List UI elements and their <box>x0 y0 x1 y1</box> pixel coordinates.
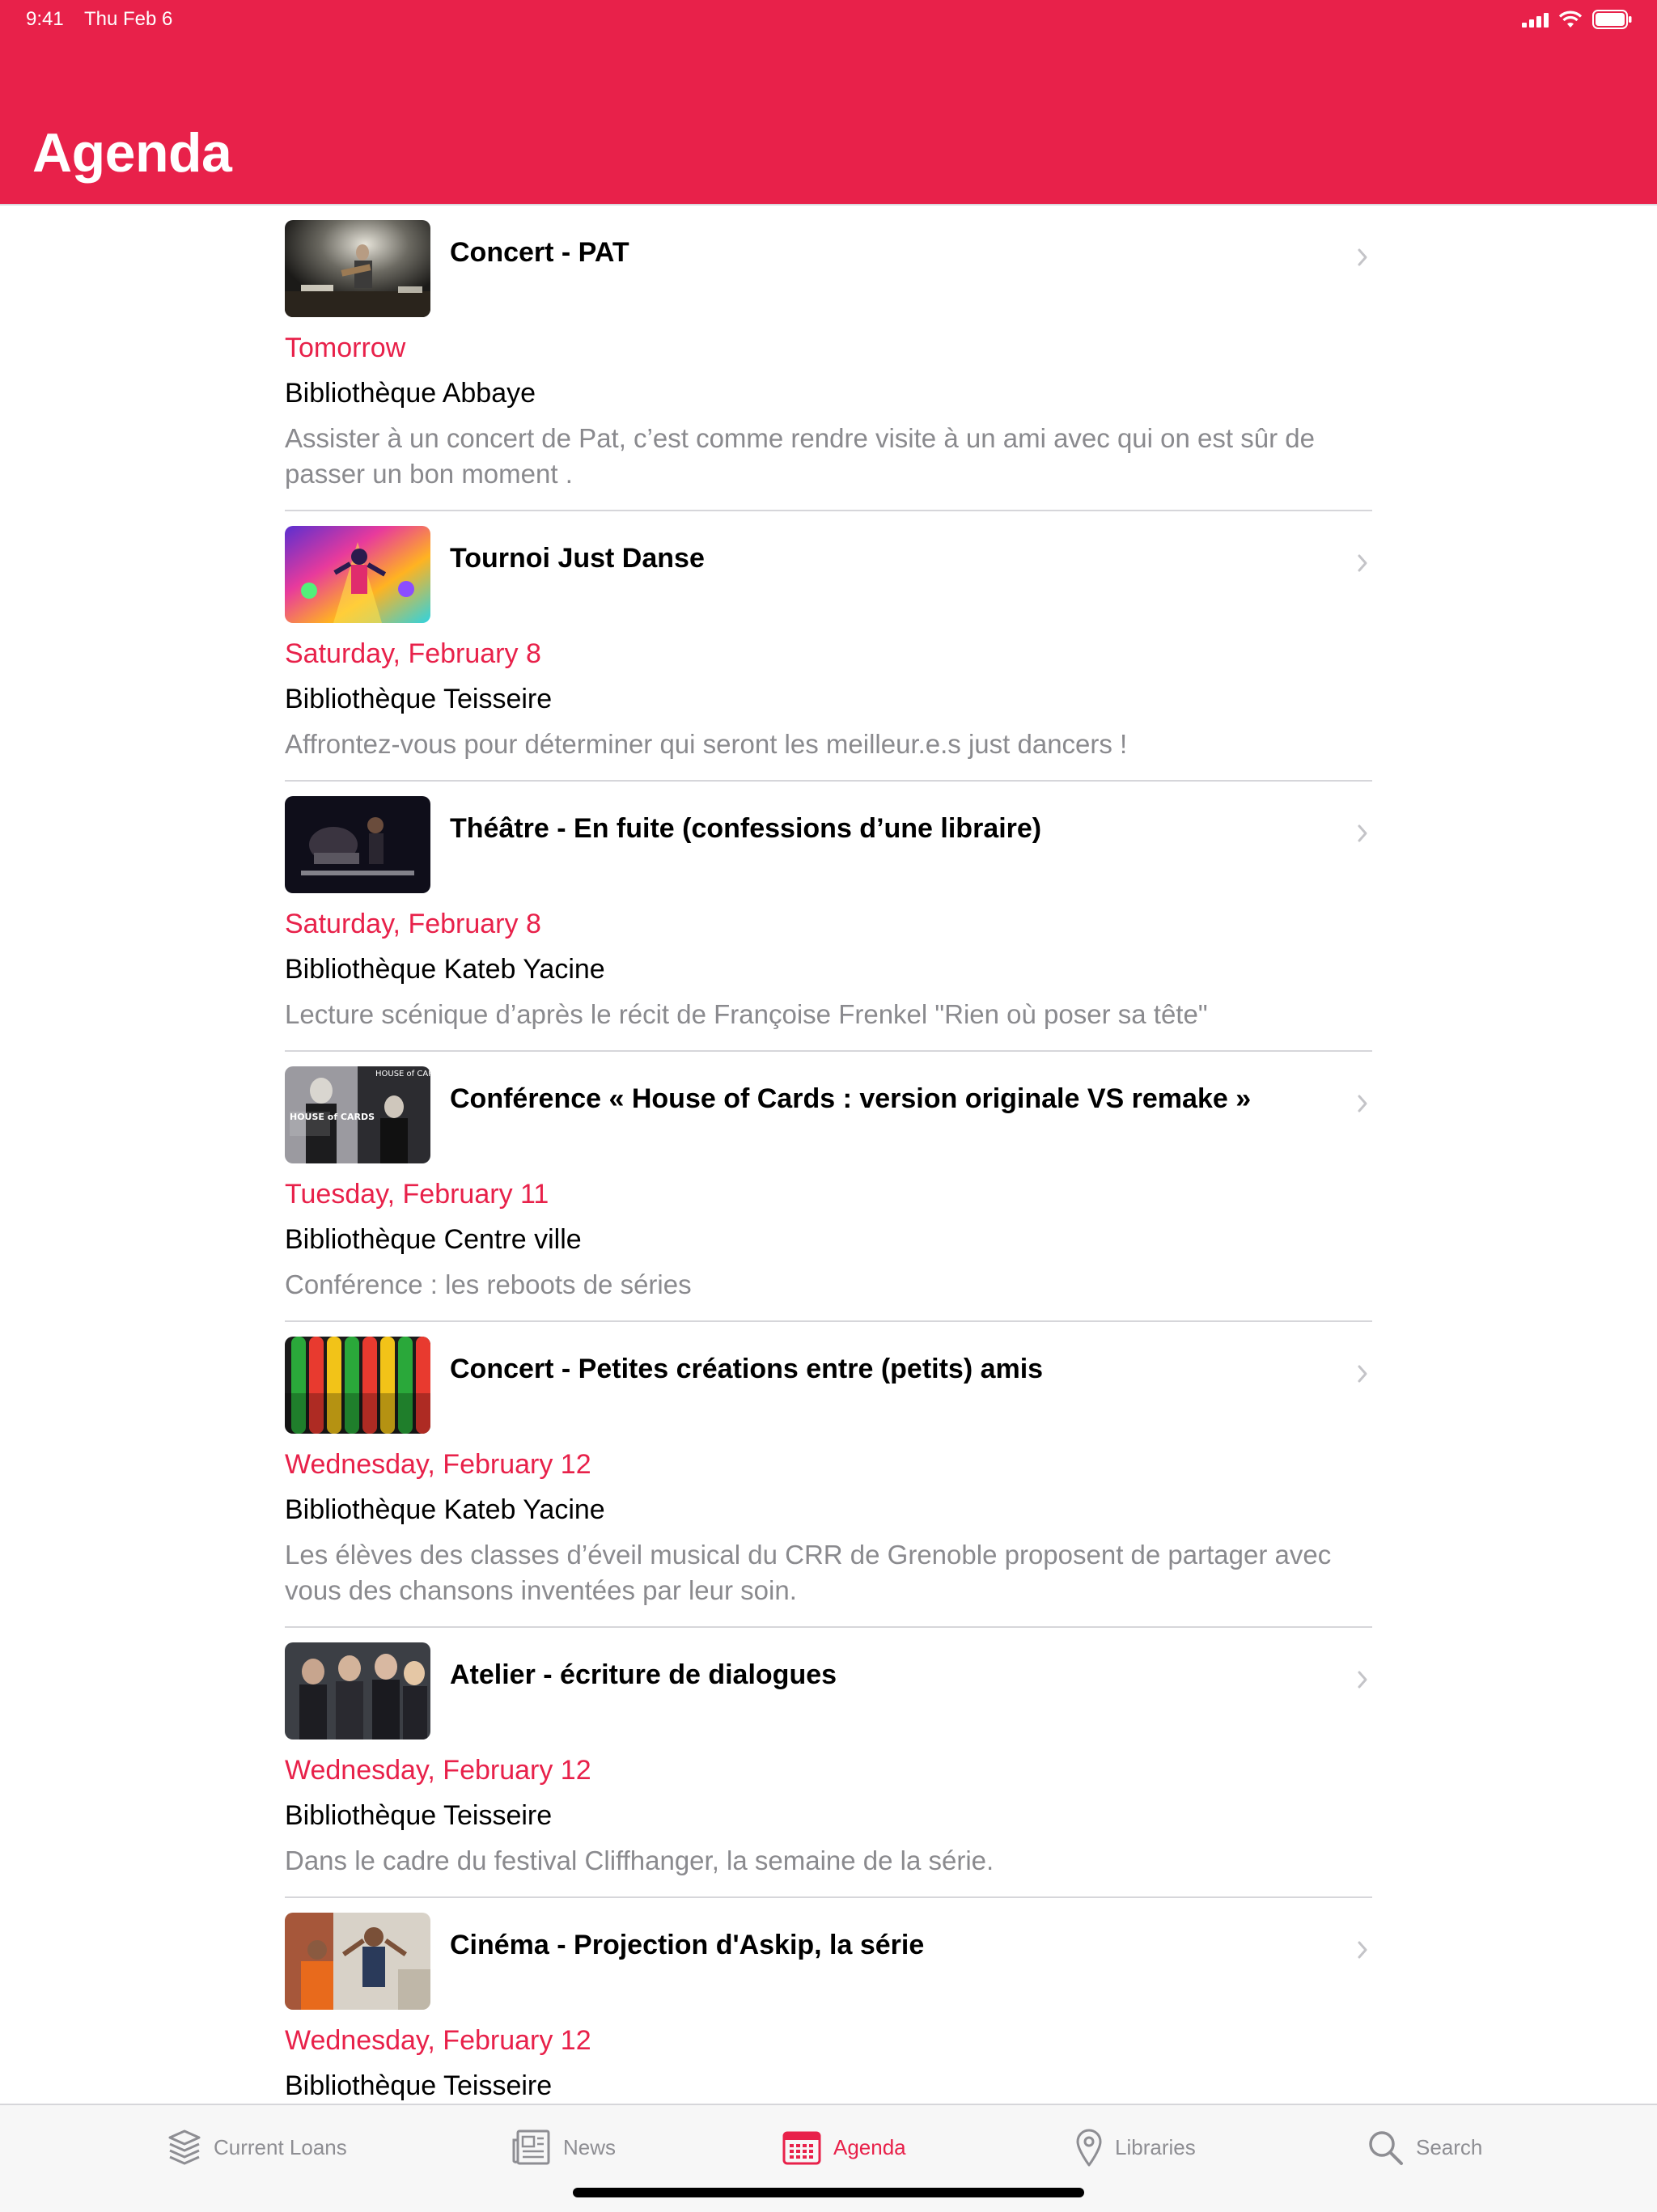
event-row[interactable]: HOUSE of CARDS HOUSE of CARDS Conférence… <box>285 1052 1372 1322</box>
event-thumbnail <box>285 1337 430 1434</box>
tab-label: News <box>563 2134 617 2159</box>
event-date: Tuesday, February 11 <box>285 1179 549 1210</box>
event-description: Dans le cadre du festival Cliffhanger, l… <box>285 1845 994 1875</box>
event-row[interactable]: Concert - Petites créations entre (petit… <box>285 1322 1372 1628</box>
event-row[interactable]: Concert - PAT Tomorrow Bibliothèque Abba… <box>285 206 1372 511</box>
wifi-icon <box>1558 11 1583 28</box>
event-library: Bibliothèque Teisseire <box>285 1800 553 1831</box>
event-list: Concert - PAT Tomorrow Bibliothèque Abba… <box>285 206 1372 2104</box>
event-date: Wednesday, February 12 <box>285 1449 591 1480</box>
tab-label: Current Loans <box>214 2134 347 2159</box>
search-icon <box>1369 2131 1403 2165</box>
event-title: Atelier - écriture de dialogues <box>450 1659 837 1690</box>
event-title: Cinéma - Projection d'Askip, la série <box>450 1930 925 1960</box>
event-description: Lecture scénique d’après le récit de Fra… <box>285 999 1208 1029</box>
tab-search[interactable]: Search <box>1366 2126 1482 2168</box>
event-description: Assister à un concert de Pat, c’est comm… <box>285 423 1315 489</box>
event-thumbnail <box>285 1642 430 1740</box>
event-row[interactable]: Cinéma - Projection d'Askip, la série We… <box>285 1898 1372 2104</box>
event-library: Bibliothèque Centre ville <box>285 1224 582 1255</box>
event-thumbnail: HOUSE of CARDS HOUSE of CARDS <box>285 1066 430 1163</box>
status-time: 9:41 <box>26 8 64 30</box>
event-description: Affrontez-vous pour déterminer qui seron… <box>285 729 1128 759</box>
tab-label: Libraries <box>1115 2134 1196 2159</box>
event-library: Bibliothèque Kateb Yacine <box>285 954 605 985</box>
tab-label: Search <box>1416 2134 1483 2159</box>
chevron-right-icon <box>1358 1671 1367 1689</box>
status-bar: 9:41 Thu Feb 6 <box>0 0 1657 39</box>
event-library: Bibliothèque Teisseire <box>285 2070 553 2101</box>
event-row[interactable]: Atelier - écriture de dialogues Wednesda… <box>285 1628 1372 1898</box>
event-title: Tournoi Just Danse <box>450 543 705 574</box>
tab-label: Agenda <box>833 2134 906 2159</box>
event-date: Wednesday, February 12 <box>285 2025 591 2056</box>
event-title: Conférence « House of Cards : version or… <box>450 1083 1252 1114</box>
tab-agenda[interactable]: Agenda <box>782 2126 906 2168</box>
event-description: Conférence : les reboots de séries <box>285 1269 692 1299</box>
calendar-icon <box>782 2131 821 2165</box>
cellular-signal-icon <box>1522 11 1549 28</box>
thumbnail-text-left: HOUSE of CARDS <box>290 1112 375 1122</box>
newspaper-icon <box>512 2129 550 2165</box>
tab-current-loans[interactable]: Current Loans <box>167 2126 347 2168</box>
chevron-right-icon <box>1358 248 1367 266</box>
location-pin-icon <box>1076 2129 1102 2167</box>
chevron-right-icon <box>1358 824 1367 842</box>
event-thumbnail <box>285 796 430 893</box>
event-row[interactable]: Tournoi Just Danse Saturday, February 8 … <box>285 511 1372 782</box>
thumbnail-text-right: HOUSE of CARDS <box>375 1070 430 1078</box>
event-title: Concert - Petites créations entre (petit… <box>450 1354 1044 1384</box>
stack-icon <box>168 2129 201 2165</box>
tab-libraries[interactable]: Libraries <box>1074 2126 1196 2168</box>
home-indicator[interactable] <box>573 2188 1084 2197</box>
navigation-header: 9:41 Thu Feb 6 Agenda <box>0 0 1657 204</box>
event-thumbnail <box>285 1913 430 2010</box>
tab-news[interactable]: News <box>511 2126 616 2168</box>
status-date: Thu Feb 6 <box>84 8 173 30</box>
event-title: Concert - PAT <box>450 237 629 268</box>
event-thumbnail <box>285 526 430 623</box>
battery-icon <box>1592 10 1633 29</box>
chevron-right-icon <box>1358 1941 1367 1959</box>
event-library: Bibliothèque Teisseire <box>285 684 553 714</box>
event-description: Les élèves des classes d’éveil musical d… <box>285 1540 1332 1605</box>
chevron-right-icon <box>1358 1365 1367 1383</box>
status-indicators <box>1522 10 1633 29</box>
event-date: Saturday, February 8 <box>285 638 541 669</box>
event-date: Wednesday, February 12 <box>285 1755 591 1786</box>
event-library: Bibliothèque Kateb Yacine <box>285 1494 605 1525</box>
event-date: Tomorrow <box>285 333 406 363</box>
event-title: Théâtre - En fuite (confessions d’une li… <box>450 813 1042 844</box>
event-library: Bibliothèque Abbaye <box>285 378 536 409</box>
event-thumbnail <box>285 220 430 317</box>
page-title: Agenda <box>32 122 232 184</box>
event-date: Saturday, February 8 <box>285 909 541 939</box>
chevron-right-icon <box>1358 554 1367 572</box>
event-row[interactable]: Théâtre - En fuite (confessions d’une li… <box>285 782 1372 1052</box>
chevron-right-icon <box>1358 1095 1367 1112</box>
